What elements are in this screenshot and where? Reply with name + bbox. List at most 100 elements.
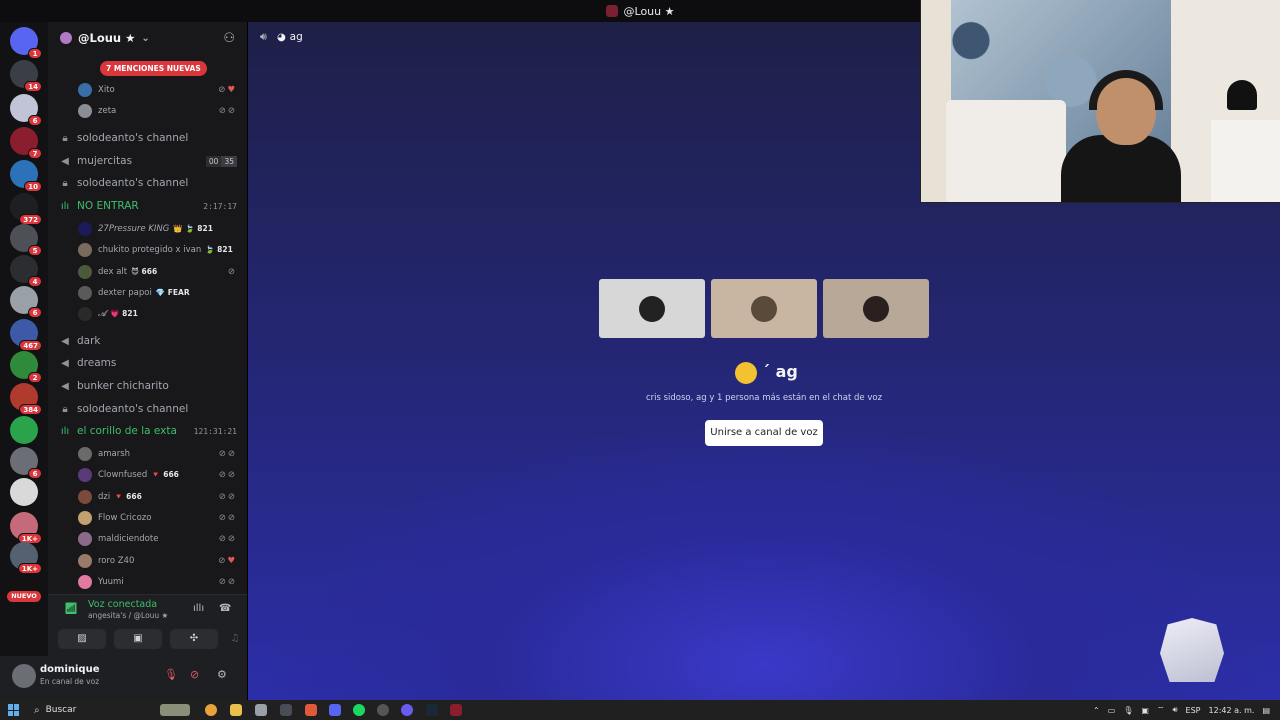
notifications-icon[interactable]: ▤ [1262, 706, 1270, 715]
microphone-icon[interactable]: 🎙︎ [1123, 706, 1133, 715]
app-icon[interactable] [450, 704, 462, 716]
unread-badge: 384 [19, 404, 42, 415]
noise-suppression-icon[interactable]: ıllı [193, 603, 204, 614]
speaker-icon: ◀ [61, 155, 69, 167]
voice-status-title[interactable]: Voz conectada [88, 599, 157, 610]
voice-user[interactable]: Yuumi ⊘⊘ [48, 572, 247, 591]
server-icon[interactable] [10, 416, 38, 444]
widgets-icon[interactable] [160, 704, 190, 716]
spotify-icon[interactable] [353, 704, 365, 716]
channel-item-active[interactable]: ılı el corillo de la exta 121:31:21 [48, 421, 247, 441]
channel-item[interactable]: ◀ dreams [48, 353, 247, 373]
voice-user[interactable]: chukito protegido x ivan 🍃 821 [48, 240, 247, 259]
channel-item-active[interactable]: ılı NO ENTRAR 2:17:17 [48, 196, 247, 216]
avatar[interactable] [12, 664, 36, 688]
voice-user[interactable]: Clownfused 🔻 666 ⊘⊘ [48, 465, 247, 484]
server-icon[interactable]: 7 [10, 127, 42, 159]
user-limit: 00 35 [205, 155, 237, 167]
participant-tile[interactable] [599, 279, 705, 338]
screen-share-button[interactable]: ▣ [114, 629, 162, 649]
chrome-icon[interactable] [205, 704, 217, 716]
avatar [78, 285, 92, 300]
unread-badge: 7 [28, 148, 42, 159]
voice-user[interactable]: dexter papoi 💎 FEAR [48, 283, 247, 302]
app-icon [605, 5, 618, 17]
voice-user[interactable]: maldiciendote ⊘⊘ [48, 529, 247, 548]
server-icon[interactable]: 384 [10, 383, 42, 415]
channel-item[interactable]: 🔒︎ solodeanto's channel [48, 173, 247, 193]
channel-item[interactable]: 🔒︎ solodeanto's channel [48, 128, 247, 148]
server-icon[interactable]: 1K+ [10, 542, 42, 574]
participant-tile[interactable] [711, 279, 817, 338]
voice-user[interactable]: Xito ⊘♥ [48, 80, 247, 99]
server-icon[interactable]: 10 [10, 160, 42, 192]
tray-icon[interactable]: ▭ [1108, 706, 1116, 715]
brave-icon[interactable] [305, 704, 317, 716]
join-voice-button[interactable]: Unirse a canal de voz [705, 420, 823, 446]
voice-user[interactable]: zeta ⊘⊘ [48, 101, 247, 120]
server-icon[interactable]: 372 [10, 193, 42, 225]
app-icon[interactable] [401, 704, 413, 716]
server-icon[interactable]: 6 [10, 94, 42, 126]
username[interactable]: dominique [40, 664, 99, 675]
voice-channel-path[interactable]: angesita's / @Louu ★ [88, 611, 168, 620]
new-mentions-pill[interactable]: 7 MENCIONES NUEVAS [100, 61, 207, 76]
voice-user[interactable]: dzi 🔻 666 ⊘⊘ [48, 487, 247, 506]
muted-deafened-icon: ⊘⊘ [218, 512, 237, 523]
server-icon[interactable]: 4 [10, 255, 42, 287]
server-icon[interactable] [10, 478, 38, 506]
folder-icon[interactable] [230, 704, 242, 716]
search-icon[interactable]: ⌕ [34, 705, 40, 716]
wifi-icon[interactable]: ⌔ [1157, 705, 1165, 715]
windows-start-icon[interactable] [8, 704, 20, 716]
language-indicator[interactable]: ESP [1186, 706, 1201, 715]
channel-item[interactable]: ◀ bunker chicharito [48, 376, 247, 396]
chevron-up-icon[interactable]: ⌃ [1093, 706, 1100, 715]
gear-icon[interactable]: ⚙ [217, 668, 227, 681]
server-icon[interactable]: 2 [10, 351, 42, 383]
activities-button[interactable]: ✣ [170, 629, 218, 649]
voice-user[interactable]: amarsh ⊘⊘ [48, 444, 247, 463]
channel-item[interactable]: 🔒︎ solodeanto's channel [48, 399, 247, 419]
participant-tile[interactable] [823, 279, 929, 338]
discord-icon[interactable] [329, 704, 341, 716]
disconnect-icon[interactable]: ☎ [219, 603, 231, 614]
channel-header: 🔊︎ ◕ ag [260, 30, 303, 44]
signal-icon[interactable]: 📶︎ [64, 602, 78, 615]
server-icon[interactable]: 6 [10, 447, 42, 479]
app-icon[interactable] [255, 704, 267, 716]
channel-item[interactable]: ◀ mujercitas 00 35 [48, 151, 247, 171]
discord-home-icon[interactable]: 1 [10, 27, 42, 59]
deafen-icon[interactable]: ⊘ [190, 668, 199, 681]
avatar [78, 510, 92, 525]
voice-user[interactable]: 27Pressure KING 👑 🍃 821 [48, 219, 247, 238]
add-user-icon[interactable]: ⚇ [223, 31, 235, 46]
user-tag: 💎 FEAR [155, 288, 190, 297]
server-icon[interactable]: 467 [10, 319, 42, 351]
tray-icon[interactable]: ▣ [1141, 706, 1149, 715]
server-icon[interactable]: 1K+ [10, 512, 42, 544]
avatar [78, 306, 92, 321]
obs-icon[interactable] [377, 704, 389, 716]
server-icon[interactable]: 6 [10, 286, 42, 318]
steam-icon[interactable] [426, 704, 438, 716]
mute-icon[interactable]: 🎙︎ [164, 668, 178, 681]
avatar [78, 467, 92, 482]
server-icon[interactable]: 14 [10, 60, 42, 92]
voice-user[interactable]: dex alt 😈 666 ⊘ [48, 262, 247, 281]
taskbar-search[interactable]: Buscar [46, 705, 77, 715]
channel-item[interactable]: ◀ dark [48, 331, 247, 351]
voice-user[interactable]: roro Z40 ⊘♥ [48, 551, 247, 570]
voice-user-name: Xito [98, 84, 115, 95]
clock[interactable]: 12:42 a. m. [1209, 706, 1255, 715]
lamp [1227, 80, 1257, 110]
voice-user[interactable]: Flow Cricozo ⊘⊘ [48, 508, 247, 527]
volume-icon[interactable]: 🔊︎ [1173, 705, 1178, 715]
camera-off-button[interactable]: ▨ [58, 629, 106, 649]
server-icon[interactable]: 5 [10, 224, 42, 256]
voice-user[interactable]: 𝓐 💗 821 [48, 304, 247, 323]
guild-header[interactable]: @Louu ★ ⌄ ⚇ [48, 22, 247, 54]
new-servers-pill[interactable]: NUEVO [7, 591, 41, 602]
soundboard-button[interactable]: ♫ [226, 629, 244, 649]
app-icon[interactable] [280, 704, 292, 716]
